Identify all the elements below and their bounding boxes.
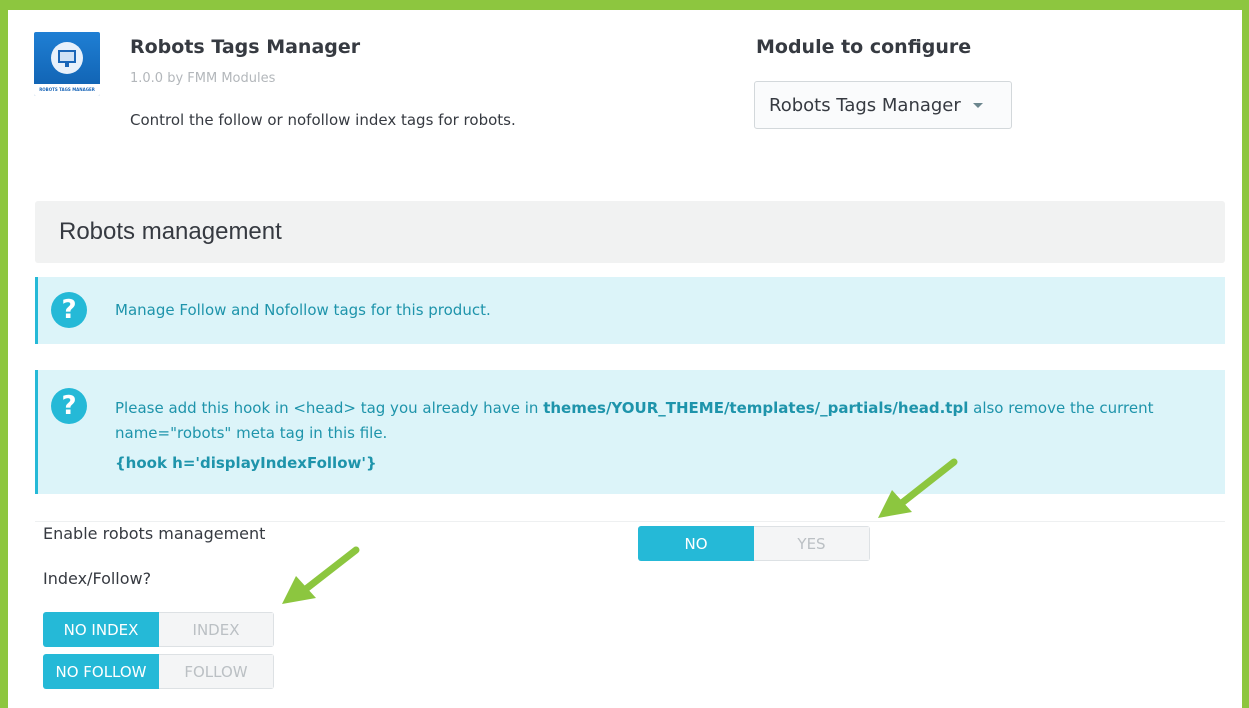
enable-yes-option[interactable]: YES	[754, 526, 870, 561]
module-select-value: Robots Tags Manager	[769, 94, 961, 116]
thumbnail-caption: ROBOTS TAGS MANAGER	[34, 84, 100, 96]
panel-heading: Robots management	[35, 201, 1225, 263]
theme-path: themes/YOUR_THEME/templates/_partials/he…	[543, 399, 969, 417]
screenshot-frame	[0, 0, 1249, 708]
module-name: Robots Tags Manager	[130, 36, 361, 58]
follow-option[interactable]: FOLLOW	[159, 654, 274, 689]
hook-code: {hook h='displayIndexFollow'}	[115, 454, 377, 472]
module-version: 1.0.0 by FMM Modules	[130, 71, 276, 86]
enable-robots-label: Enable robots management	[43, 524, 266, 543]
enable-no-option[interactable]: NO	[638, 526, 754, 561]
info-alert-hook-message: Please add this hook in <head> tag you a…	[115, 396, 1209, 446]
info-alert-hook: ? Please add this hook in <head> tag you…	[35, 370, 1225, 494]
info-alert-message: Manage Follow and Nofollow tags for this…	[115, 301, 491, 319]
module-description: Control the follow or nofollow index tag…	[130, 111, 516, 129]
monitor-icon	[58, 50, 76, 67]
no-follow-option[interactable]: NO FOLLOW	[43, 654, 159, 689]
panel-title: Robots management	[59, 218, 282, 245]
module-select-dropdown[interactable]: Robots Tags Manager	[754, 81, 1012, 129]
index-switch[interactable]: NO INDEX INDEX	[43, 612, 274, 647]
module-thumbnail: ROBOTS TAGS MANAGER	[34, 32, 100, 96]
question-circle-icon: ?	[51, 292, 87, 328]
arrow-annotation-icon	[282, 546, 360, 604]
info-alert-manage: ? Manage Follow and Nofollow tags for th…	[35, 277, 1225, 344]
index-option[interactable]: INDEX	[159, 612, 274, 647]
hook-message-pre: Please add this hook in <head> tag you a…	[115, 399, 544, 417]
enable-robots-switch[interactable]: NO YES	[638, 526, 870, 561]
module-to-configure-title: Module to configure	[756, 36, 972, 58]
form-divider	[35, 521, 1225, 522]
index-follow-label: Index/Follow?	[43, 569, 152, 588]
question-circle-icon: ?	[51, 388, 87, 424]
follow-switch[interactable]: NO FOLLOW FOLLOW	[43, 654, 274, 689]
no-index-option[interactable]: NO INDEX	[43, 612, 159, 647]
caret-down-icon	[972, 102, 983, 108]
